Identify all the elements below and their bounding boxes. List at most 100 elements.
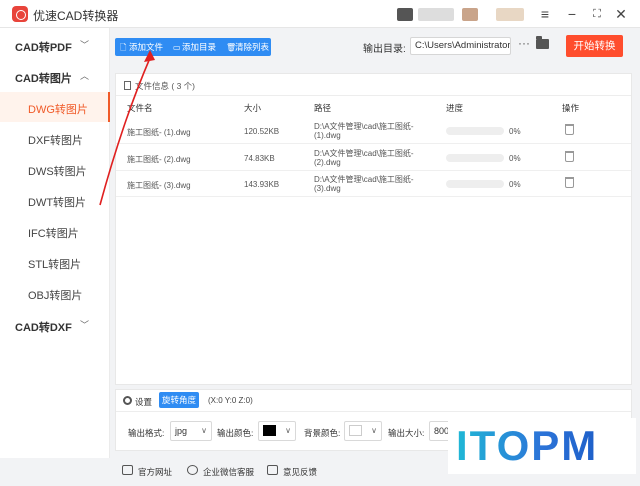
file-info-title: 文件信息 ( 3 个): [135, 80, 195, 92]
delete-row-icon[interactable]: [565, 124, 574, 135]
progress-text: 0%: [509, 180, 521, 189]
file-size: 120.52KB: [244, 127, 280, 136]
sidebar-item-dws-to-image[interactable]: DWS转图片: [0, 154, 110, 184]
toolbar: 🗋 添加文件 ▭添加目录 🗑清除列表 输出目录: C:\Users\Adminis…: [110, 28, 640, 64]
file-list-panel: 文件信息 ( 3 个) 文件名 大小 路径 进度 操作 施工图纸- (1).dw…: [115, 73, 632, 385]
blurred-user-info: [462, 8, 478, 21]
app-logo-icon: [12, 6, 28, 22]
document-icon: [124, 81, 131, 90]
progress-bar: [446, 180, 504, 188]
add-file-button[interactable]: 🗋 添加文件: [117, 38, 163, 56]
background-color-select[interactable]: ∨: [344, 421, 382, 441]
table-row[interactable]: 施工图纸- (2).dwg 74.83KB D:\A文件管理\cad\施工图纸-…: [116, 145, 631, 171]
website-icon: [122, 465, 133, 475]
sidebar-group-label: CAD转DXF: [15, 322, 72, 334]
output-format-value: jpg: [175, 426, 188, 436]
clear-list-label: 清除列表: [235, 42, 270, 52]
output-format-label: 输出格式:: [128, 428, 165, 438]
progress-text: 0%: [509, 154, 521, 163]
sidebar-item-label: OBJ转图片: [28, 290, 83, 302]
file-name: 施工图纸- (1).dwg: [127, 128, 191, 137]
output-format-select[interactable]: jpg ∨: [170, 421, 212, 441]
add-directory-label: 添加目录: [182, 42, 217, 52]
blurred-user-info: [397, 8, 413, 21]
file-info-label: 文件信息: [135, 81, 170, 91]
settings-tabs: 设置 旋转角度 (X:0 Y:0 Z:0): [116, 390, 631, 412]
wechat-support-link[interactable]: 企业微信客服: [203, 466, 254, 478]
file-name: 施工图纸- (2).dwg: [127, 155, 191, 164]
file-icon: 🗋: [120, 43, 127, 52]
sidebar-item-stl-to-image[interactable]: STL转图片: [0, 247, 110, 277]
file-action-group: 🗋 添加文件 ▭添加目录 🗑清除列表: [115, 38, 271, 56]
clear-list-button[interactable]: 🗑清除列表: [223, 38, 269, 56]
output-size-label: 输出大小:: [388, 428, 425, 438]
sidebar-item-label: IFC转图片: [28, 228, 79, 240]
column-header-actions: 操作: [562, 103, 580, 113]
output-size-value: 800: [434, 426, 450, 436]
table-row[interactable]: 施工图纸- (3).dwg 143.93KB D:\A文件管理\cad\施工图纸…: [116, 171, 631, 197]
background-color-label: 背景颜色:: [304, 428, 341, 438]
sidebar-group-label: CAD转PDF: [15, 42, 72, 54]
app-title: 优速CAD转换器: [33, 9, 119, 23]
chevron-down-icon: ∨: [371, 426, 377, 435]
watermark: ITOPM: [448, 418, 636, 474]
sidebar-item-dxf-to-image[interactable]: DXF转图片: [0, 123, 110, 153]
chevron-up-icon: ︿: [80, 71, 90, 81]
sidebar-group-cad-to-pdf[interactable]: CAD转PDF ﹀: [0, 30, 110, 60]
column-header-path: 路径: [314, 103, 332, 113]
table-row[interactable]: 施工图纸- (1).dwg 120.52KB D:\A文件管理\cad\施工图纸…: [116, 118, 631, 144]
file-path-cont: (3).dwg: [314, 184, 341, 193]
chevron-down-icon: ∨: [285, 426, 291, 435]
wechat-icon: [187, 465, 198, 475]
file-name: 施工图纸- (3).dwg: [127, 181, 191, 190]
watermark-logo: ITOPM: [456, 422, 599, 469]
feedback-icon: [267, 465, 278, 475]
website-link[interactable]: 官方网址: [138, 466, 172, 478]
tab-settings[interactable]: 设置: [135, 396, 152, 408]
sidebar-item-label: STL转图片: [28, 259, 82, 271]
sidebar-item-label: DXF转图片: [28, 135, 83, 147]
file-list-header: 文件信息 ( 3 个): [116, 74, 631, 96]
open-folder-icon[interactable]: [536, 36, 549, 49]
folder-icon: ▭: [173, 43, 181, 52]
column-header-name: 文件名: [127, 103, 153, 113]
sidebar: CAD转PDF ﹀ CAD转图片 ︿ DWG转图片 DXF转图片 DWS转图片 …: [0, 28, 110, 458]
table-header: 文件名 大小 路径 进度 操作: [116, 98, 631, 116]
delete-row-icon[interactable]: [565, 177, 574, 188]
gear-icon: [123, 396, 132, 405]
tab-rotation-angle[interactable]: 旋转角度: [159, 392, 199, 408]
chevron-down-icon: ∨: [201, 426, 207, 435]
sidebar-item-label: DWG转图片: [28, 104, 88, 116]
sidebar-item-dwg-to-image[interactable]: DWG转图片: [0, 92, 110, 122]
title-bar: 优速CAD转换器 ≡ − ⛶ ✕: [0, 0, 640, 28]
file-path-cont: (2).dwg: [314, 158, 341, 167]
close-icon[interactable]: ✕: [612, 5, 630, 23]
sidebar-item-ifc-to-image[interactable]: IFC转图片: [0, 216, 110, 246]
output-dir-field[interactable]: C:\Users\Administrator\: [410, 37, 511, 55]
more-icon[interactable]: ···: [518, 36, 530, 50]
file-path-cont: (1).dwg: [314, 131, 341, 140]
start-convert-button[interactable]: 开始转换: [566, 35, 623, 57]
sidebar-item-label: DWT转图片: [28, 197, 87, 209]
progress-text: 0%: [509, 127, 521, 136]
file-size: 74.83KB: [244, 154, 275, 163]
maximize-icon[interactable]: ⛶: [588, 5, 606, 23]
chevron-down-icon: ﹀: [80, 320, 90, 330]
column-header-progress: 进度: [446, 103, 464, 113]
add-directory-button[interactable]: ▭添加目录: [170, 38, 216, 56]
progress-bar: [446, 154, 504, 162]
sidebar-item-dwt-to-image[interactable]: DWT转图片: [0, 185, 110, 215]
hamburger-icon[interactable]: ≡: [536, 5, 554, 23]
minimize-icon[interactable]: −: [563, 5, 581, 23]
progress-bar: [446, 127, 504, 135]
sidebar-item-obj-to-image[interactable]: OBJ转图片: [0, 278, 110, 308]
sidebar-item-label: DWS转图片: [28, 166, 87, 178]
sidebar-group-cad-to-dxf[interactable]: CAD转DXF ﹀: [0, 310, 110, 340]
delete-row-icon[interactable]: [565, 151, 574, 162]
sidebar-group-cad-to-image[interactable]: CAD转图片 ︿: [0, 61, 110, 91]
rotation-coords: (X:0 Y:0 Z:0): [208, 396, 253, 405]
output-color-select[interactable]: ∨: [258, 421, 296, 441]
feedback-link[interactable]: 意见反馈: [283, 466, 317, 478]
blurred-user-info: [418, 8, 454, 21]
trash-icon: 🗑: [226, 43, 237, 52]
